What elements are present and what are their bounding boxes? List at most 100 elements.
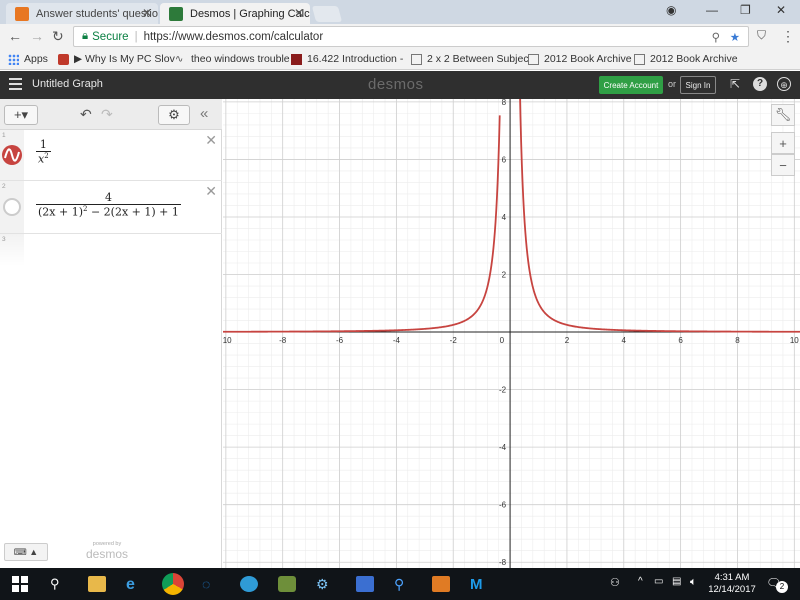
forward-icon[interactable]: → [30,28,44,44]
bookmark-star-icon[interactable]: ★ [730,30,740,44]
chrome-menu-icon[interactable]: ⋮ [781,28,795,45]
delete-expression-icon[interactable]: ✕ [205,183,217,200]
bookmark-2x2[interactable]: 2 x 2 Between Subjec [411,53,529,65]
graph-paper[interactable]: -10 -8 -6 -4 -2 0 2 4 6 8 10 -8 -6 -4 -2 2 4 6 8 [220,83,800,568]
browser-tab-strip: Answer students' questio ✕ Desmos | Grap… [0,0,800,24]
expression-toolbar: +▾ ↶ ↷ ⚙ « [0,99,222,130]
delete-expression-icon[interactable]: ✕ [205,132,217,149]
expression-row-1[interactable]: 1 1 x2 ✕ [0,130,222,181]
page-icon [411,53,422,65]
collapse-panel-icon[interactable]: « [200,105,208,122]
zoom-in-button[interactable]: + [771,132,795,154]
back-icon[interactable]: ← [8,28,22,44]
expression-row-3[interactable]: 3 [0,234,222,266]
x-tick-label: -10 [223,336,232,345]
close-window-icon[interactable]: ✕ [776,3,786,17]
chegg-icon [15,7,29,21]
app-orange-icon[interactable] [432,576,450,592]
separator: | [134,30,138,43]
people-icon[interactable]: ⚇ [610,576,628,592]
denominator: x2 [36,151,51,166]
bookmark-pc-slow[interactable]: ▶ Why Is My PC Slov [58,53,175,65]
internet-explorer-icon[interactable]: e [126,576,144,593]
browser-tab-chegg[interactable]: Answer students' questio ✕ [6,3,158,24]
expression-index: 3 [2,236,6,243]
close-tab-icon[interactable]: ✕ [142,6,152,20]
x-tick-label: 2 [565,336,570,345]
magnifier-app-icon[interactable]: ⚲ [394,576,412,592]
chrome-icon[interactable] [162,573,184,595]
app-swirl-icon[interactable]: ◌ [202,576,220,592]
x-tick-label: 10 [790,336,799,345]
share-icon[interactable]: ⇱ [728,77,742,91]
bookmark-2012-archive-2[interactable]: 2012 Book Archive [634,53,738,65]
hamburger-menu-icon[interactable] [9,78,22,90]
desmos-logo: desmos [368,76,424,93]
search-icon[interactable]: ⚲ [50,576,68,592]
desmos-icon [169,7,183,21]
sign-in-button[interactable]: Sign In [680,76,716,94]
expression-panel: +▾ ↶ ↷ ⚙ « 1 1 x2 ✕ 2 4 (2x + 1)2 − 2(2x… [0,99,222,568]
y-tick-label: -8 [499,558,507,567]
help-icon[interactable]: ? [753,77,767,91]
numerator: 4 [104,191,112,204]
url-text: https://www.desmos.com/calculator [143,30,324,43]
address-bar[interactable]: 🔒︎ Secure | https://www.desmos.com/calcu… [73,26,749,47]
minimize-icon[interactable]: — [706,3,718,17]
or-label: or [668,79,677,89]
redo-icon[interactable]: ↷ [101,106,113,123]
x-tick-label: -4 [393,336,401,345]
expression-formula[interactable]: 4 (2x + 1)2 − 2(2x + 1) + 1 [36,191,181,219]
clock-time: 4:31 AM [714,572,750,583]
create-account-button[interactable]: Create Account [599,76,663,94]
zoom-out-button[interactable]: − [771,154,795,176]
file-explorer-icon[interactable] [88,576,106,592]
undo-icon[interactable]: ↶ [80,106,92,123]
restore-icon[interactable]: ❐ [740,3,751,17]
bookmark-theo-windows[interactable]: ∿ theo windows trouble [175,53,290,65]
notification-count-badge: 2 [776,581,788,593]
x-tick-label: 0 [500,336,505,345]
zoom-icon[interactable]: ⚲ [712,30,720,44]
numerator: 1 [39,138,47,151]
denominator: (2x + 1)2 − 2(2x + 1) + 1 [36,204,181,219]
powered-by-desmos: powered by desmos [86,541,129,561]
x-tick-label: 8 [735,336,740,345]
profile-icon[interactable]: ◉ [666,3,676,17]
app-shield-icon[interactable] [278,576,296,592]
app-m-icon[interactable]: M [470,576,488,593]
network-icon[interactable]: ▤ [672,576,690,592]
graph-title[interactable]: Untitled Graph [32,78,103,90]
bookmark-16-422[interactable]: 16.422 Introduction - [291,53,403,65]
taskbar-clock[interactable]: 4:31 AM 12/14/2017 [708,572,756,596]
bookmark-2012-archive-1[interactable]: 2012 Book Archive [528,53,632,65]
keypad-toggle-button[interactable]: ⌨ ▲ [4,543,48,561]
language-globe-icon[interactable]: ⊕ [777,77,791,91]
app-network-icon[interactable]: ⚙ [316,576,334,592]
x-tick-label: -2 [450,336,458,345]
bookmark-apps[interactable]: Apps [8,53,48,65]
graph-settings-wrench-button[interactable]: 🔧︎ [771,104,795,126]
reload-icon[interactable]: ↻ [52,28,64,45]
add-item-button[interactable]: +▾ [4,105,38,125]
y-tick-label: -2 [499,386,507,395]
volume-icon[interactable]: 🔈︎ [690,576,708,592]
graph-canvas[interactable]: -10 -8 -6 -4 -2 0 2 4 6 8 10 -8 -6 -4 -2 2 4 6 8 [220,83,800,568]
windows-taskbar: ⚲ e ◌ ⚙ ⚲ M ⚇ ^ ▭ ▤ 🔈︎ 4:31 AM 12/14/201… [0,568,800,600]
close-tab-icon[interactable]: ✕ [294,6,304,20]
windows-start-icon[interactable] [12,576,30,592]
x-tick-label: -8 [279,336,287,345]
graph-color-toggle-icon[interactable] [2,145,22,165]
mail-icon[interactable] [240,576,258,592]
tab-title: Answer students' questio [36,7,158,20]
extension-shield-icon[interactable]: ⛉ [757,28,766,43]
new-tab-button[interactable] [311,6,343,22]
settings-gear-button[interactable]: ⚙ [158,105,190,125]
graph-hidden-toggle-icon[interactable] [3,198,21,216]
expression-formula[interactable]: 1 x2 [36,138,51,166]
battery-icon[interactable]: ▭ [654,576,672,592]
expression-row-2[interactable]: 2 4 (2x + 1)2 − 2(2x + 1) + 1 ✕ [0,181,222,234]
y-tick-label: 6 [502,155,507,164]
browser-tab-desmos[interactable]: Desmos | Graphing Calcu ✕ [160,3,310,24]
app-doc-icon[interactable] [356,576,374,592]
